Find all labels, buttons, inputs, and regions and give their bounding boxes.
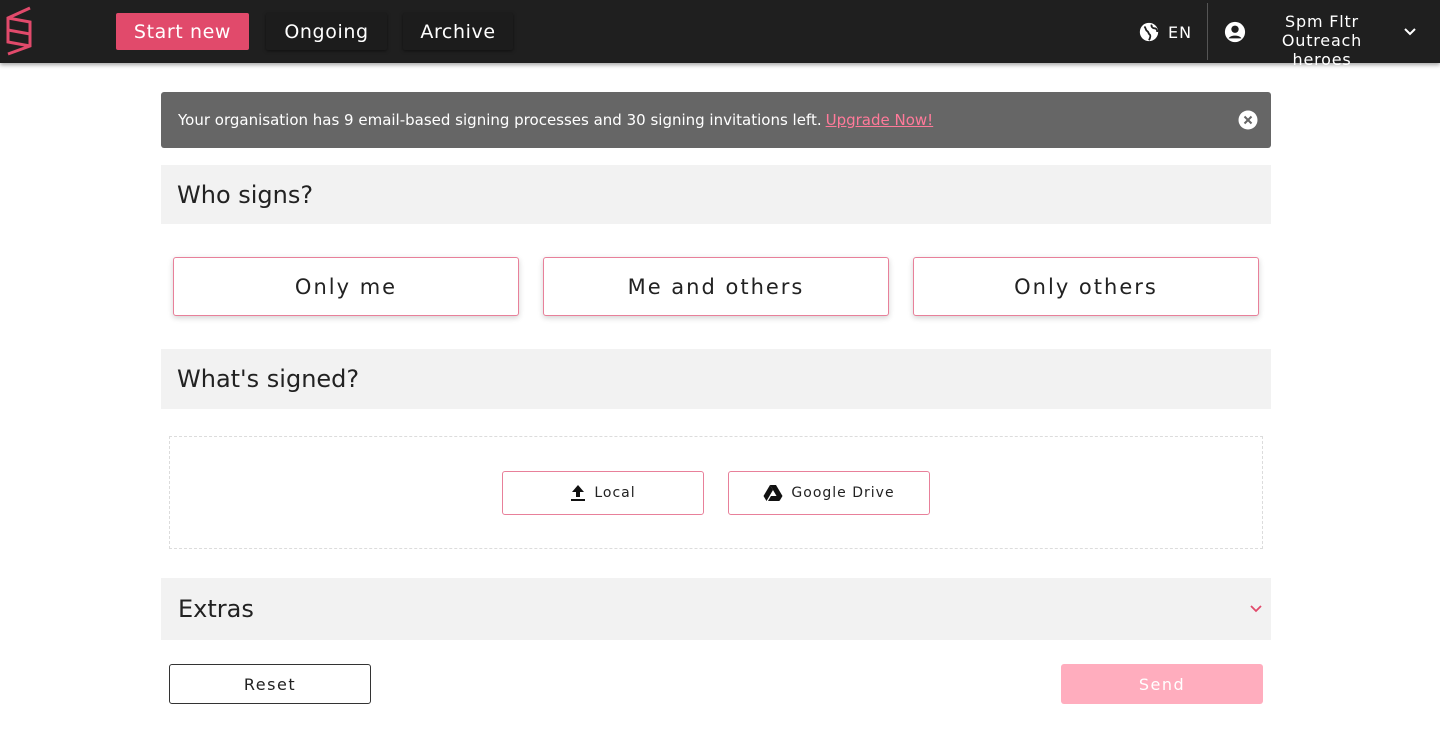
quota-banner: Your organisation has 9 email-based sign…	[161, 92, 1271, 148]
document-dropzone[interactable]	[169, 436, 1263, 549]
who-signs-header: Who signs?	[161, 165, 1271, 224]
close-circle-icon[interactable]	[1238, 110, 1258, 130]
header-divider	[1207, 3, 1208, 60]
reset-button[interactable]: Reset	[169, 664, 371, 704]
upload-icon	[571, 485, 586, 501]
language-label: EN	[1168, 22, 1193, 42]
user-menu[interactable]: Spm Fltr Outreach heroes	[1222, 10, 1427, 69]
user-organisation: Outreach heroes	[1281, 31, 1363, 69]
language-selector[interactable]: EN	[1138, 20, 1192, 44]
local-upload-button[interactable]: Local	[502, 471, 704, 515]
nav-start-new-button[interactable]: Start new	[116, 13, 249, 50]
chevron-down-icon	[1404, 28, 1416, 36]
only-me-option[interactable]: Only me	[173, 257, 519, 316]
upgrade-now-link[interactable]: Upgrade Now!	[826, 111, 934, 129]
whats-signed-header: What's signed?	[161, 349, 1271, 409]
extras-title: Extras	[178, 595, 254, 623]
chevron-down-icon	[1250, 605, 1262, 613]
nav-ongoing-button[interactable]: Ongoing	[266, 13, 387, 50]
top-bar: Start new Ongoing Archive EN Spm Fltr Ou…	[0, 0, 1440, 69]
account-circle-icon	[1224, 21, 1246, 43]
nav-archive-button[interactable]: Archive	[403, 13, 513, 50]
local-upload-label: Local	[594, 485, 636, 501]
me-and-others-option[interactable]: Me and others	[543, 257, 889, 316]
extras-accordion[interactable]: Extras	[161, 578, 1271, 640]
banner-message: Your organisation has 9 email-based sign…	[178, 111, 822, 129]
globe-icon	[1139, 22, 1159, 42]
google-drive-button[interactable]: Google Drive	[728, 471, 930, 515]
send-button[interactable]: Send	[1061, 664, 1263, 704]
google-drive-label: Google Drive	[791, 485, 895, 501]
user-name: Spm Fltr	[1285, 12, 1359, 31]
logo-icon[interactable]	[4, 6, 34, 56]
only-others-option[interactable]: Only others	[913, 257, 1259, 316]
google-drive-icon	[763, 485, 783, 501]
